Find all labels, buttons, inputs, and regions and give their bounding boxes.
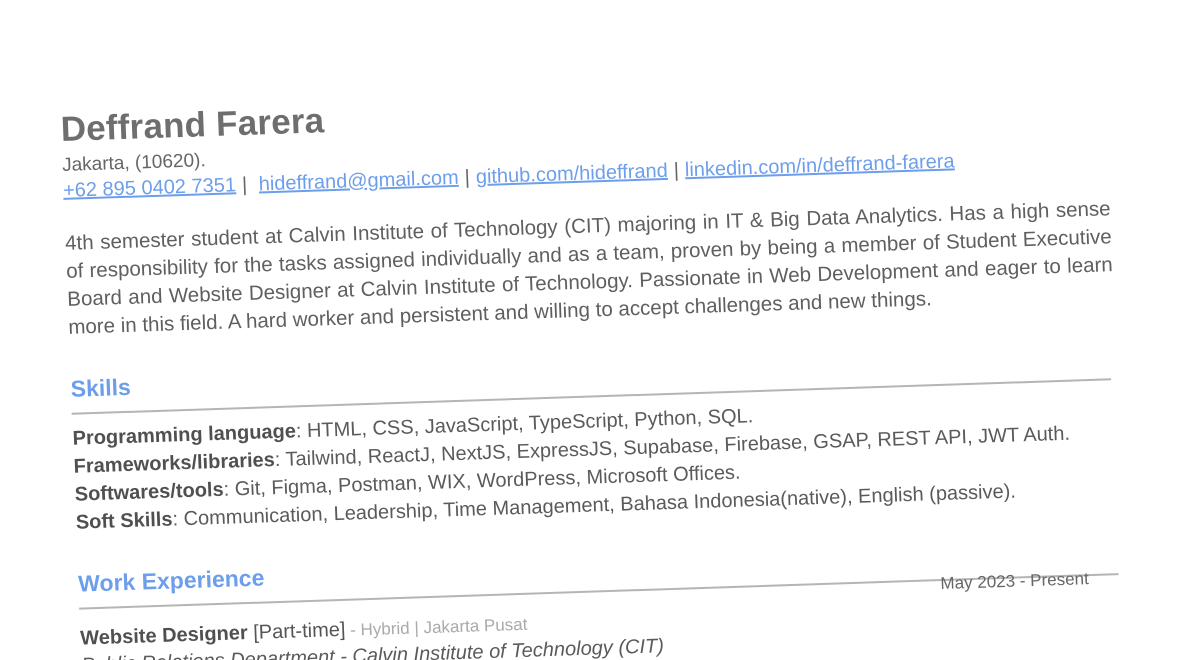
skill-label: Programming language: [72, 420, 297, 450]
separator: |: [241, 173, 248, 196]
work-type: [Part-time]: [247, 618, 346, 645]
phone-link[interactable]: +62 895 0402 7351: [63, 174, 237, 202]
skill-label: Softwares/tools: [74, 478, 225, 506]
work-dates: May 2023 - Present: [940, 569, 1090, 594]
skill-label: Frameworks/libraries: [73, 449, 276, 478]
separator: |: [673, 159, 680, 182]
linkedin-link[interactable]: linkedin.com/in/deffrand-farera: [684, 150, 954, 181]
github-link[interactable]: github.com/hideffrand: [475, 160, 668, 188]
work-meta: - Hybrid | Jakarta Pusat: [345, 614, 528, 640]
summary-paragraph: 4th semester student at Calvin Institute…: [64, 197, 1114, 339]
resume-sheet: Deffrand Farera Jakarta, (10620). +62 89…: [60, 75, 1141, 660]
skills-heading: Skills: [70, 373, 132, 402]
resume-page: Deffrand Farera Jakarta, (10620). +62 89…: [0, 0, 1190, 660]
skill-label: Soft Skills: [75, 508, 173, 534]
separator: |: [464, 166, 471, 189]
work-role: Website Designer: [79, 622, 249, 650]
email-link[interactable]: hideffrand@gmail.com: [258, 167, 459, 196]
skills-list: Programming language: HTML, CSS, JavaScr…: [72, 390, 1136, 537]
